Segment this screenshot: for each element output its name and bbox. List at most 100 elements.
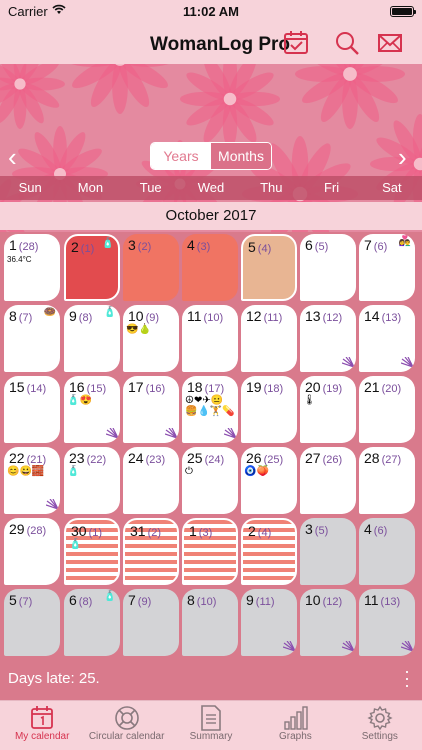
day-number: 3 — [128, 237, 136, 253]
day-cell[interactable]: 11 (13) — [359, 589, 415, 656]
next-month-icon[interactable]: › — [398, 142, 407, 173]
cycle-day: (13) — [380, 596, 401, 608]
day-cell[interactable]: 7 (6) 👩‍❤️‍👨 — [359, 234, 415, 301]
day-cell[interactable]: 10 (12) — [300, 589, 356, 656]
day-cell[interactable]: 21 (20) — [359, 376, 415, 443]
day-cell[interactable]: 3 (2) — [123, 234, 179, 301]
footer-bar: Days late: 25. · · · — [0, 660, 422, 698]
day-cell[interactable]: 20 (19) 🌡 — [300, 376, 356, 443]
weekday-header: Sun Mon Tue Wed Thu Fri Sat — [0, 176, 422, 200]
mail-icon[interactable] — [377, 30, 407, 58]
day-number: 10 — [128, 308, 144, 324]
day-cell[interactable]: 1 (28) 36.4°C — [4, 234, 60, 301]
day-label: 3 (2) — [128, 237, 151, 253]
day-label: 7 (9) — [128, 592, 151, 608]
nav-bar: WomanLog Pro — [0, 24, 422, 64]
cycle-day: (4) — [257, 527, 272, 539]
tab-label: Settings — [361, 731, 398, 742]
day-cell[interactable]: 22 (21) 😊😀🧱 — [4, 447, 60, 514]
tab-my-calendar[interactable]: My calendar — [0, 701, 84, 750]
day-cell[interactable]: 6 (5) — [300, 234, 356, 301]
day-cell[interactable]: 13 (12) — [300, 305, 356, 372]
day-cell[interactable]: 9 (8) 🧴 — [64, 305, 120, 372]
tab-label: Circular calendar — [88, 731, 165, 742]
day-cell[interactable]: 8 (10) — [182, 589, 238, 656]
day-cell[interactable]: 23 (22) 🧴 — [64, 447, 120, 514]
flower-shape — [65, 64, 175, 114]
cycle-day: (28) — [26, 525, 47, 537]
day-cell[interactable]: 5 (7) — [4, 589, 60, 656]
cycle-day: (14) — [26, 383, 47, 395]
day-cell[interactable]: 12 (11) — [241, 305, 297, 372]
day-cell[interactable]: 16 (15) 🧴😍 — [64, 376, 120, 443]
day-label: 31 (2) — [130, 523, 161, 539]
months-toggle-button[interactable]: Months — [211, 143, 271, 169]
day-cell[interactable]: 26 (25) 🧿🍑 — [241, 447, 297, 514]
weekday-label: Thu — [260, 180, 283, 195]
day-cell[interactable]: 15 (14) — [4, 376, 60, 443]
day-cell[interactable]: 2 (1) 🧴 — [64, 234, 120, 301]
day-label: 9 (11) — [246, 592, 275, 608]
day-number: 6 — [305, 237, 313, 253]
weekday-label: Sat — [382, 180, 402, 195]
cycle-day: (2) — [137, 241, 152, 253]
cycle-day: (11) — [263, 312, 283, 324]
day-label: 20 (19) — [305, 379, 342, 395]
prev-month-icon[interactable]: ‹ — [8, 142, 17, 173]
day-label: 2 (1) — [71, 239, 94, 255]
cycle-day: (16) — [145, 383, 166, 395]
day-number: 23 — [69, 450, 85, 466]
day-cell[interactable]: 6 (8) 🧴 — [64, 589, 120, 656]
cycle-day: (3) — [198, 527, 213, 539]
tab-label: Summary — [189, 731, 233, 742]
day-label: 11 (13) — [364, 592, 400, 608]
day-cell[interactable]: 25 (24) ⏻ — [182, 447, 238, 514]
cycle-day: (20) — [381, 383, 402, 395]
cycle-day: (27) — [381, 454, 402, 466]
day-label: 4 (3) — [187, 237, 210, 253]
flower-shape — [180, 64, 280, 149]
day-badge-icon: 👩‍❤️‍👨 — [398, 236, 411, 247]
day-label: 13 (12) — [305, 308, 342, 324]
day-cell[interactable]: 17 (16) — [123, 376, 179, 443]
day-cell[interactable]: 29 (28) — [4, 518, 60, 585]
day-symbols: 😊😀🧱 — [7, 466, 45, 477]
search-icon[interactable] — [334, 30, 364, 58]
day-cell[interactable]: 7 (9) — [123, 589, 179, 656]
cycle-day: (25) — [263, 454, 284, 466]
today-calendar-icon[interactable] — [283, 30, 313, 58]
day-label: 10 (9) — [128, 308, 159, 324]
day-cell[interactable]: 3 (5) — [300, 518, 356, 585]
years-toggle-button[interactable]: Years — [151, 143, 211, 169]
day-cell[interactable]: 5 (4) — [241, 234, 297, 301]
day-label: 5 (7) — [9, 592, 32, 608]
tab-graphs[interactable]: Graphs — [253, 701, 337, 750]
day-cell[interactable]: 24 (23) — [123, 447, 179, 514]
cycle-day: (6) — [373, 241, 388, 253]
day-cell[interactable]: 4 (6) — [359, 518, 415, 585]
day-cell[interactable]: 27 (26) — [300, 447, 356, 514]
day-number: 28 — [364, 450, 380, 466]
day-cell[interactable]: 9 (11) — [241, 589, 297, 656]
day-cell[interactable]: 30 (1) 🧴 — [64, 518, 120, 585]
day-cell[interactable]: 31 (2) — [123, 518, 179, 585]
day-cell[interactable]: 4 (3) — [182, 234, 238, 301]
day-cell[interactable]: 18 (17) ☮❤✈😐🍔💧🏋💊 — [182, 376, 238, 443]
day-cell[interactable]: 1 (3) — [182, 518, 238, 585]
tab-settings[interactable]: Settings — [338, 701, 422, 750]
day-label: 7 (6) — [364, 237, 387, 253]
day-cell[interactable]: 8 (7) 🍩 — [4, 305, 60, 372]
cycle-day: (11) — [255, 596, 275, 608]
cycle-day: (21) — [26, 454, 47, 466]
day-cell[interactable]: 19 (18) — [241, 376, 297, 443]
day-label: 16 (15) — [69, 379, 106, 395]
tab-circular-calendar[interactable]: Circular calendar — [84, 701, 168, 750]
day-cell[interactable]: 11 (10) — [182, 305, 238, 372]
day-cell[interactable]: 10 (9) 😎🍐 — [123, 305, 179, 372]
day-cell[interactable]: 2 (4) — [241, 518, 297, 585]
more-options-icon[interactable]: · · · — [404, 662, 410, 694]
tab-summary[interactable]: Summary — [169, 701, 253, 750]
clock: 11:02 AM — [183, 4, 239, 19]
day-cell[interactable]: 28 (27) — [359, 447, 415, 514]
day-cell[interactable]: 14 (13) — [359, 305, 415, 372]
